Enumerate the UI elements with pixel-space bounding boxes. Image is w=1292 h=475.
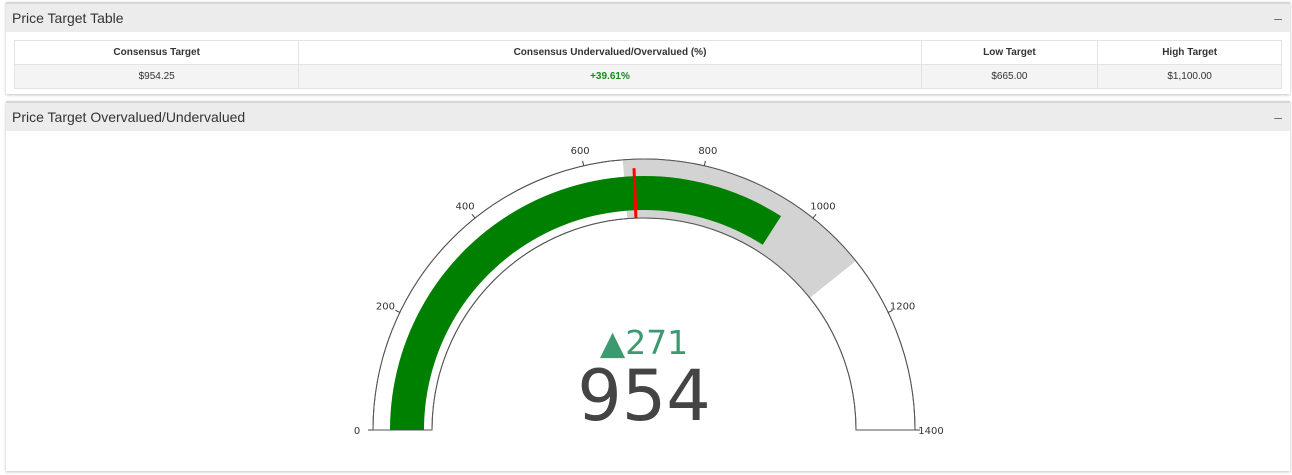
panel-title: Price Target Table (12, 10, 124, 26)
gauge-tick (812, 213, 817, 219)
low-target-value: $665.00 (920, 64, 1099, 89)
collapse-button[interactable]: – (1274, 10, 1282, 26)
gauge-tick-label: 800 (698, 146, 717, 157)
consensus-target-value: $954.25 (13, 64, 300, 89)
panel-header: Price Target Table – (6, 4, 1290, 32)
consensus-pct-value: +39.61% (298, 64, 922, 89)
gauge-tick (582, 160, 585, 166)
gauge-tick-label: 1000 (810, 202, 835, 213)
gauge-value: 954 (577, 355, 711, 437)
gauge-tick-label: 200 (376, 301, 395, 312)
gauge-tick-label: 1200 (890, 301, 915, 312)
gauge-tick (395, 309, 401, 313)
gauge-tick-label: 600 (571, 146, 590, 157)
collapse-button[interactable]: – (1274, 109, 1282, 125)
high-target-value: $1,100.00 (1097, 64, 1282, 89)
panel-header: Price Target Overvalued/Undervalued – (6, 103, 1290, 131)
gauge-panel: Price Target Overvalued/Undervalued – 0 2… (6, 101, 1290, 471)
header-consensus-target: Consensus Target (13, 40, 300, 65)
price-target-table: Consensus Target Consensus Undervalued/O… (13, 40, 1282, 89)
price-target-table-panel: Price Target Table – Consensus Target Co… (6, 2, 1290, 94)
header-consensus-pct: Consensus Undervalued/Overvalued (%) (298, 40, 922, 65)
table-row: $954.25 +39.61% $665.00 $1,100.00 (13, 64, 1282, 89)
header-high-target: High Target (1097, 40, 1282, 65)
gauge-tick (471, 213, 476, 219)
gauge-chart: 0200400600 800100012001400▲271954 (354, 146, 944, 437)
gauge-tick (703, 160, 706, 166)
header-low-target: Low Target (920, 40, 1099, 65)
gauge-tick-label: 1400 (918, 426, 943, 437)
panel-title: Price Target Overvalued/Undervalued (12, 109, 246, 125)
gauge-tick-label: 0 (354, 426, 360, 437)
gauge-tick-label: 400 (456, 202, 475, 213)
gauge-threshold-line (632, 168, 638, 219)
